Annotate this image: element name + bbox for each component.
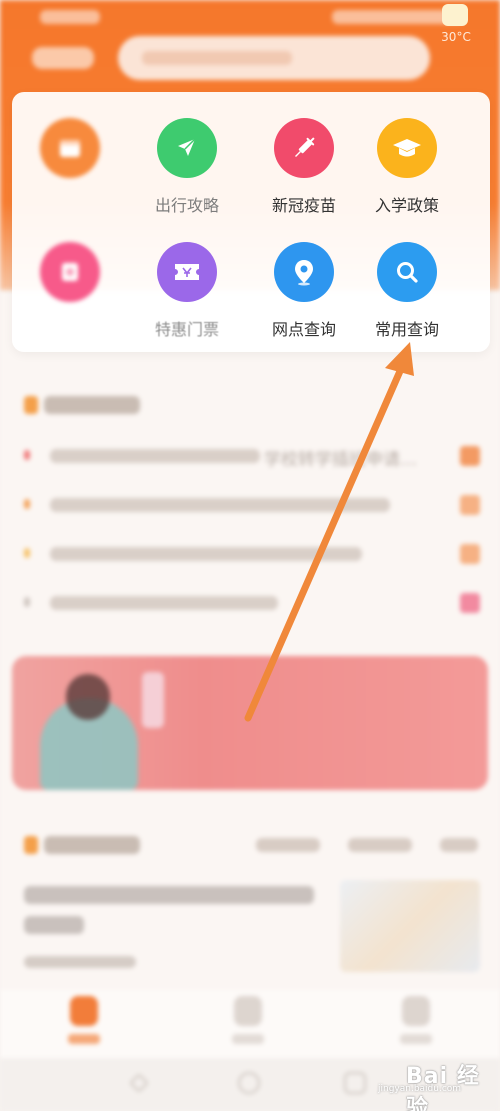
arrow-head: [385, 342, 414, 376]
watermark-url: jingyan.baidu.com: [378, 1084, 462, 1094]
baidu-jingyan-watermark: Bai 经验 jingyan.baidu.com: [376, 1054, 496, 1111]
annotation-arrow: [244, 342, 414, 722]
arrow-shaft: [244, 358, 408, 722]
